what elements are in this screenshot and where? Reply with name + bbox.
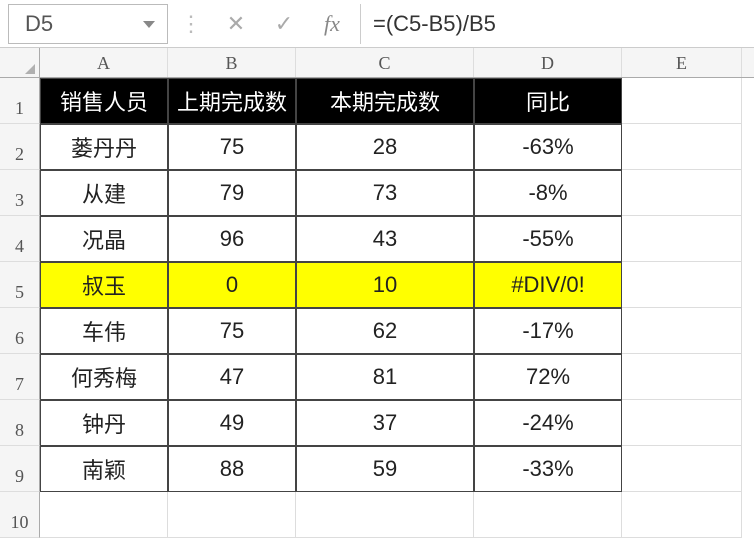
cell-D8[interactable]: -24%: [474, 400, 622, 446]
cell-C5[interactable]: 10: [296, 262, 474, 308]
cell-C4[interactable]: 43: [296, 216, 474, 262]
cell-A4[interactable]: 况晶: [40, 216, 168, 262]
row-header-4[interactable]: 4: [0, 216, 40, 262]
name-box-dropdown-icon[interactable]: [141, 15, 159, 33]
cell-D5[interactable]: #DIV/0!: [474, 262, 622, 308]
row-header-6[interactable]: 6: [0, 308, 40, 354]
cancel-formula-button[interactable]: ✕: [216, 6, 256, 42]
cell-A9[interactable]: 南颖: [40, 446, 168, 492]
cell-E5[interactable]: [622, 262, 742, 308]
cell-B3[interactable]: 79: [168, 170, 296, 216]
header-cell-salesperson[interactable]: 销售人员: [40, 78, 168, 124]
cell-C7[interactable]: 81: [296, 354, 474, 400]
cell-D10[interactable]: [474, 492, 622, 538]
row-header-7[interactable]: 7: [0, 354, 40, 400]
cell-C6[interactable]: 62: [296, 308, 474, 354]
cell-E8[interactable]: [622, 400, 742, 446]
table-row: 2 蒌丹丹 75 28 -63%: [0, 124, 754, 170]
row-header-10[interactable]: 10: [0, 492, 40, 538]
cell-A7[interactable]: 何秀梅: [40, 354, 168, 400]
cell-E4[interactable]: [622, 216, 742, 262]
cell-E9[interactable]: [622, 446, 742, 492]
cell-A10[interactable]: [40, 492, 168, 538]
cell-E2[interactable]: [622, 124, 742, 170]
cell-B7[interactable]: 47: [168, 354, 296, 400]
table-row: 3 从建 79 73 -8%: [0, 170, 754, 216]
table-row: 4 况晶 96 43 -55%: [0, 216, 754, 262]
table-row: 6 车伟 75 62 -17%: [0, 308, 754, 354]
column-header-C[interactable]: C: [296, 48, 474, 77]
cell-E6[interactable]: [622, 308, 742, 354]
header-cell-ratio[interactable]: 同比: [474, 78, 622, 124]
name-box[interactable]: D5: [8, 4, 168, 44]
row-header-8[interactable]: 8: [0, 400, 40, 446]
cell-D6[interactable]: -17%: [474, 308, 622, 354]
close-icon: ✕: [227, 11, 245, 37]
insert-function-button[interactable]: fx: [312, 6, 352, 42]
table-header-row: 1 销售人员 上期完成数 本期完成数 同比: [0, 78, 754, 124]
header-cell-prev[interactable]: 上期完成数: [168, 78, 296, 124]
cell-C8[interactable]: 37: [296, 400, 474, 446]
cell-E7[interactable]: [622, 354, 742, 400]
column-header-E[interactable]: E: [622, 48, 742, 77]
cell-D7[interactable]: 72%: [474, 354, 622, 400]
formula-input[interactable]: =(C5-B5)/B5: [360, 4, 746, 44]
accept-formula-button[interactable]: ✓: [264, 6, 304, 42]
cell-B2[interactable]: 75: [168, 124, 296, 170]
cell-B10[interactable]: [168, 492, 296, 538]
row-header-2[interactable]: 2: [0, 124, 40, 170]
column-headers: A B C D E: [0, 48, 754, 78]
column-header-D[interactable]: D: [474, 48, 622, 77]
table-row-empty: 10: [0, 492, 754, 538]
cell-C10[interactable]: [296, 492, 474, 538]
cell-B9[interactable]: 88: [168, 446, 296, 492]
table-row: 8 钟丹 49 37 -24%: [0, 400, 754, 446]
row-header-3[interactable]: 3: [0, 170, 40, 216]
cell-E3[interactable]: [622, 170, 742, 216]
cell-A8[interactable]: 钟丹: [40, 400, 168, 446]
cell-D3[interactable]: -8%: [474, 170, 622, 216]
table-row: 9 南颖 88 59 -33%: [0, 446, 754, 492]
select-all-corner[interactable]: [0, 48, 40, 77]
formula-bar: D5 ⋮ ✕ ✓ fx =(C5-B5)/B5: [0, 0, 754, 48]
cell-C2[interactable]: 28: [296, 124, 474, 170]
cell-D9[interactable]: -33%: [474, 446, 622, 492]
fx-icon: fx: [324, 11, 340, 37]
cell-B8[interactable]: 49: [168, 400, 296, 446]
spreadsheet-grid: A B C D E 1 销售人员 上期完成数 本期完成数 同比 2 蒌丹丹 75…: [0, 48, 754, 538]
cell-reference: D5: [25, 11, 53, 37]
cell-B4[interactable]: 96: [168, 216, 296, 262]
row-header-1[interactable]: 1: [0, 78, 40, 124]
column-header-B[interactable]: B: [168, 48, 296, 77]
cell-A2[interactable]: 蒌丹丹: [40, 124, 168, 170]
formula-text: =(C5-B5)/B5: [373, 11, 496, 37]
cell-C9[interactable]: 59: [296, 446, 474, 492]
cell-E1[interactable]: [622, 78, 742, 124]
header-cell-current[interactable]: 本期完成数: [296, 78, 474, 124]
cell-B6[interactable]: 75: [168, 308, 296, 354]
check-icon: ✓: [275, 11, 293, 37]
cell-E10[interactable]: [622, 492, 742, 538]
cell-D2[interactable]: -63%: [474, 124, 622, 170]
cell-B5[interactable]: 0: [168, 262, 296, 308]
row-header-9[interactable]: 9: [0, 446, 40, 492]
cell-A5[interactable]: 叔玉: [40, 262, 168, 308]
cell-A3[interactable]: 从建: [40, 170, 168, 216]
formula-bar-divider: ⋮: [176, 11, 208, 37]
table-row-highlighted: 5 叔玉 0 10 #DIV/0!: [0, 262, 754, 308]
cell-D4[interactable]: -55%: [474, 216, 622, 262]
cell-C3[interactable]: 73: [296, 170, 474, 216]
row-header-5[interactable]: 5: [0, 262, 40, 308]
column-header-A[interactable]: A: [40, 48, 168, 77]
table-row: 7 何秀梅 47 81 72%: [0, 354, 754, 400]
cell-A6[interactable]: 车伟: [40, 308, 168, 354]
